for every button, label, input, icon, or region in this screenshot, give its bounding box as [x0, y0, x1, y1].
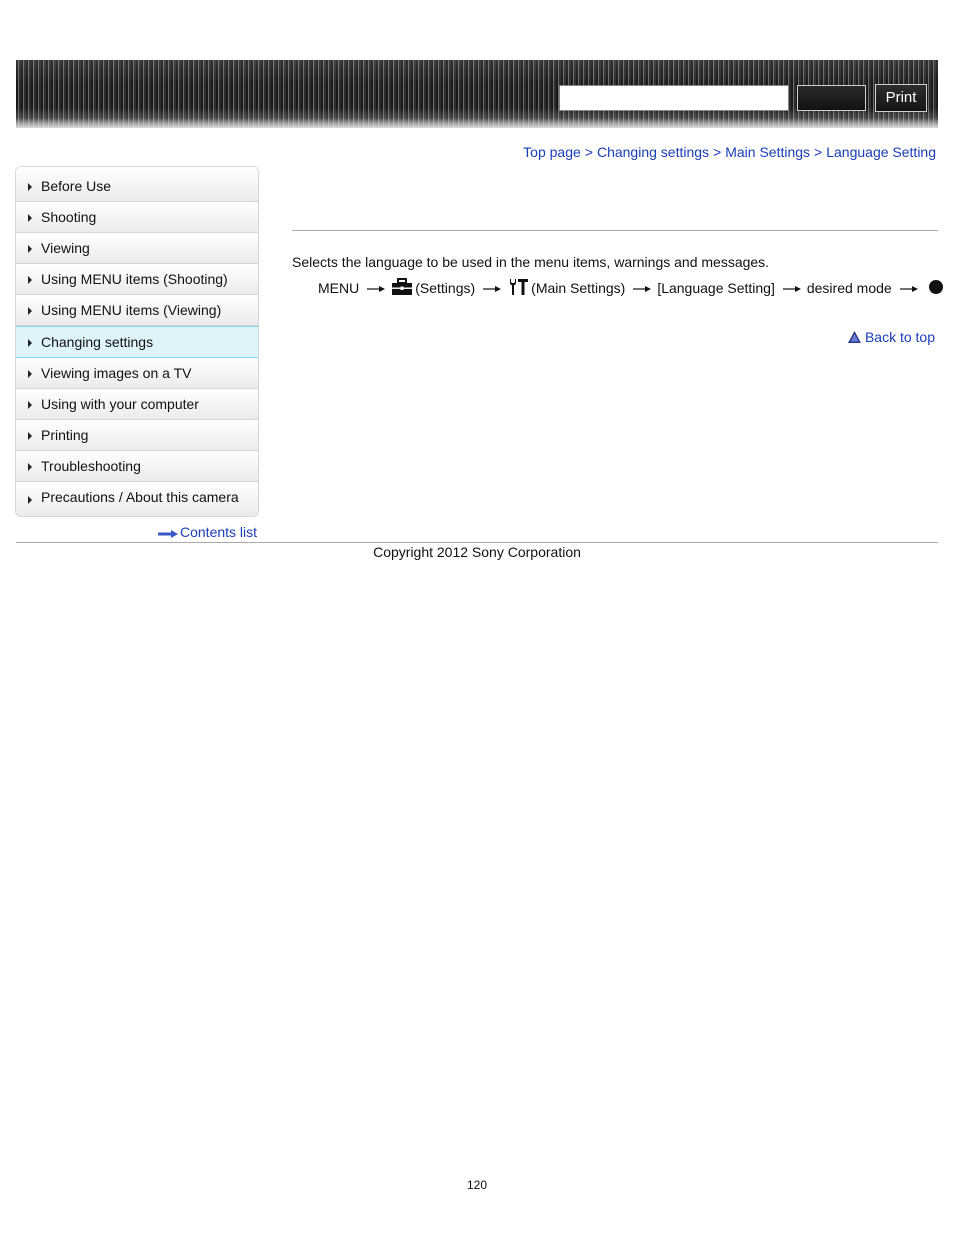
sidebar-item-using-computer[interactable]: Using with your computer: [16, 389, 258, 420]
copyright: Copyright 2012 Sony Corporation: [373, 544, 581, 560]
triangle-up-icon: [848, 329, 865, 345]
search-input[interactable]: [559, 85, 789, 111]
caret-right-icon: [28, 276, 32, 284]
breadcrumb-separator: >: [814, 144, 823, 160]
arrow-right-icon: [158, 525, 178, 541]
sidebar-nav: Before Use Shooting Viewing Using MENU i…: [15, 166, 259, 517]
caret-right-icon: [28, 183, 32, 191]
step-language-setting: [Language Setting]: [657, 280, 775, 296]
back-to-top-wrap: Back to top: [848, 329, 935, 345]
caret-right-icon: [28, 401, 32, 409]
footer-divider: [16, 542, 938, 543]
step-main-settings: (Main Settings): [531, 280, 626, 296]
sidebar-item-label: Before Use: [41, 178, 112, 194]
arrow-right-icon: [633, 280, 652, 296]
breadcrumb-separator: >: [584, 144, 593, 160]
sidebar-item-label: Troubleshooting: [41, 458, 141, 474]
sidebar-item-printing[interactable]: Printing: [16, 420, 258, 451]
back-to-top-link[interactable]: Back to top: [865, 329, 935, 345]
sidebar-item-label: Changing settings: [41, 334, 154, 350]
contents-list-link-wrap: Contents list: [158, 524, 257, 541]
sidebar-item-changing-settings[interactable]: Changing settings: [16, 326, 258, 358]
sidebar-item-label: Precautions / About this camera: [41, 489, 239, 505]
sidebar-item-viewing[interactable]: Viewing: [16, 233, 258, 264]
caret-right-icon: [28, 463, 32, 471]
page-number: 120: [466, 1178, 488, 1192]
sidebar-item-label: Viewing: [41, 240, 90, 256]
arrow-right-icon: [483, 280, 502, 296]
sidebar-item-label: Using with your computer: [41, 396, 199, 412]
caret-right-icon: [28, 370, 32, 378]
caret-right-icon: [28, 432, 32, 440]
sidebar-item-troubleshooting[interactable]: Troubleshooting: [16, 451, 258, 482]
page-description: Selects the language to be used in the m…: [292, 254, 770, 270]
search-button[interactable]: [797, 85, 866, 111]
sidebar-item-viewing-on-tv[interactable]: Viewing images on a TV: [16, 358, 258, 389]
title-divider: [292, 230, 938, 231]
caret-right-icon: [28, 214, 32, 222]
center-button-icon: [928, 279, 944, 298]
sidebar-item-label: Viewing images on a TV: [41, 365, 192, 381]
sidebar-item-menu-shooting[interactable]: Using MENU items (Shooting): [16, 264, 258, 295]
sidebar-item-shooting[interactable]: Shooting: [16, 202, 258, 233]
step-settings: (Settings): [415, 280, 476, 296]
sidebar-item-precautions[interactable]: Precautions / About this camera: [16, 482, 258, 516]
caret-right-icon: [28, 245, 32, 253]
step-menu: MENU: [318, 280, 360, 296]
arrow-right-icon: [899, 280, 918, 296]
toolbox-icon: [391, 277, 413, 299]
caret-right-icon: [28, 339, 32, 347]
caret-right-icon: [28, 307, 32, 315]
sidebar-item-label: Printing: [41, 427, 89, 443]
sidebar-item-before-use[interactable]: Before Use: [16, 167, 258, 202]
wrench-screwdriver-icon: [507, 278, 529, 299]
sidebar-item-menu-viewing[interactable]: Using MENU items (Viewing): [16, 295, 258, 326]
step-desired-mode: desired mode: [806, 280, 892, 296]
sidebar-item-label: Using MENU items (Viewing): [41, 302, 222, 318]
caret-right-icon: [28, 496, 32, 504]
breadcrumb: Top page > Changing settings > Main Settings…: [523, 144, 936, 160]
header-bar: Print: [16, 60, 938, 128]
sidebar-item-label: Shooting: [41, 209, 97, 225]
menu-steps: MENU (Settings) (Main Settings) [Languag…: [318, 276, 946, 300]
sidebar-item-label: Using MENU items (Shooting): [41, 271, 228, 287]
arrow-right-icon: [367, 280, 386, 296]
breadcrumb-top-page[interactable]: Top page: [523, 144, 581, 160]
breadcrumb-changing-settings[interactable]: Changing settings: [597, 144, 709, 160]
breadcrumb-main-settings[interactable]: Main Settings: [725, 144, 810, 160]
breadcrumb-language-setting[interactable]: Language Setting: [826, 144, 936, 160]
contents-list-link[interactable]: Contents list: [180, 524, 257, 540]
print-button[interactable]: Print: [875, 84, 927, 112]
breadcrumb-separator: >: [713, 144, 722, 160]
arrow-right-icon: [782, 280, 801, 296]
